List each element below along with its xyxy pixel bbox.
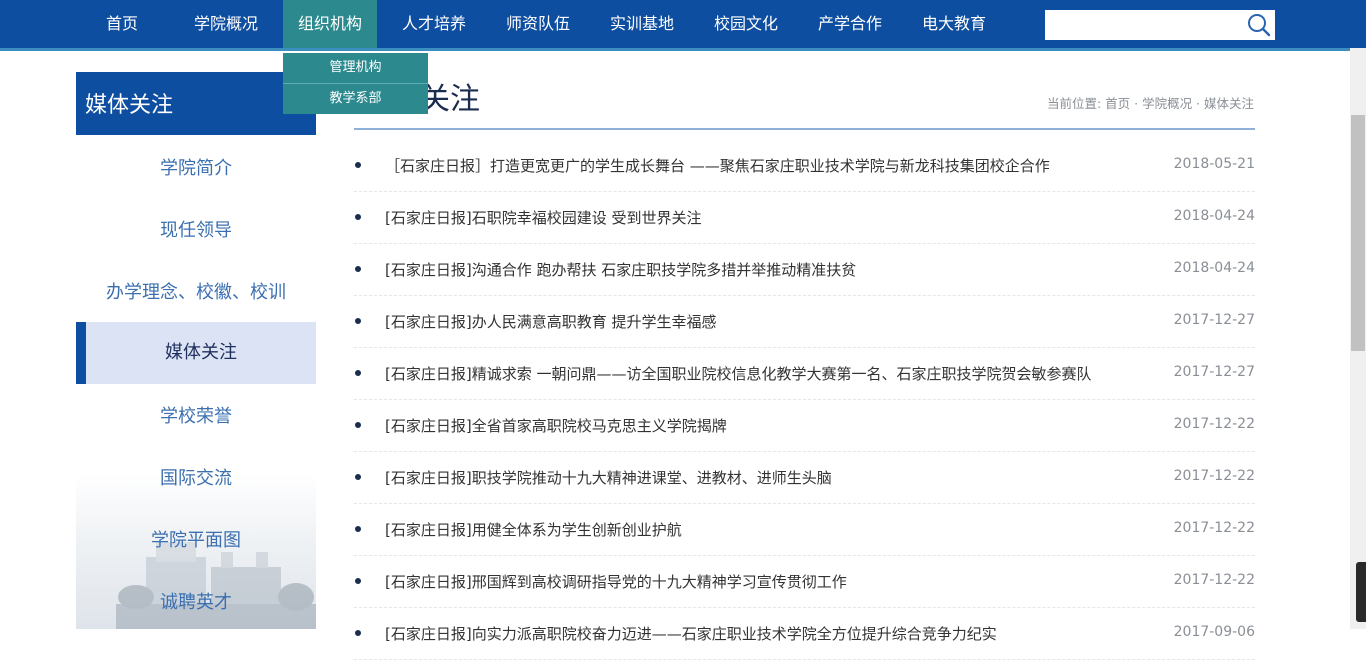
dropdown-item-management[interactable]: 管理机构	[283, 53, 428, 84]
nav-item-about[interactable]: 学院概况	[180, 0, 272, 48]
sidebar-title: 媒体关注	[76, 72, 316, 135]
nav-item-home[interactable]: 首页	[80, 0, 164, 48]
nav-item-industry-cooperation[interactable]: 产学合作	[806, 0, 894, 48]
news-item[interactable]: [石家庄日报]沟通合作 跑办帮扶 石家庄职技学院多措并举推动精准扶贫 2018-…	[354, 244, 1255, 296]
news-title[interactable]: ［石家庄日报］打造更宽更广的学生成长舞台 ——聚焦石家庄职业技术学院与新龙科技集…	[385, 155, 1050, 176]
news-item[interactable]: ［石家庄日报］打造更宽更广的学生成长舞台 ——聚焦石家庄职业技术学院与新龙科技集…	[354, 140, 1255, 192]
bullet-icon	[355, 578, 361, 584]
news-title[interactable]: [石家庄日报]石职院幸福校园建设 受到世界关注	[385, 207, 701, 228]
news-title[interactable]: [石家庄日报]邢国辉到高校调研指导党的十九大精神学习宣传贯彻工作	[385, 571, 847, 592]
sidebar-item-leadership[interactable]: 现任领导	[76, 200, 316, 262]
news-date: 2017-12-27	[1173, 364, 1255, 380]
breadcrumb: 当前位置: 首页 · 学院概况 · 媒体关注	[1046, 96, 1254, 111]
news-item[interactable]: [石家庄日报]用健全体系为学生创新创业护航 2017-12-22	[354, 504, 1255, 556]
news-item[interactable]: [石家庄日报]全省首家高职院校马克思主义学院揭牌 2017-12-22	[354, 400, 1255, 452]
news-item[interactable]: [石家庄日报]精诚求索 一朝问鼎——访全国职业院校信息化教学大赛第一名、石家庄职…	[354, 348, 1255, 400]
bullet-icon	[355, 422, 361, 428]
nav-item-tv-university[interactable]: 电大教育	[910, 0, 998, 48]
news-title[interactable]: [石家庄日报]全省首家高职院校马克思主义学院揭牌	[385, 415, 727, 436]
sidebar: 媒体关注 学院简介 现任领导 办学理念、校徽、校训 媒体关注 学校荣誉 国际交流…	[76, 72, 316, 629]
side-float-tab[interactable]	[1356, 562, 1366, 622]
bullet-icon	[355, 630, 361, 636]
bullet-icon	[355, 474, 361, 480]
news-item[interactable]: [石家庄日报]邢国辉到高校调研指导党的十九大精神学习宣传贯彻工作 2017-12…	[354, 556, 1255, 608]
news-item[interactable]: [石家庄日报]办人民满意高职教育 提升学生幸福感 2017-12-27	[354, 296, 1255, 348]
news-date: 2017-12-22	[1173, 572, 1255, 588]
news-date: 2017-12-27	[1173, 312, 1255, 328]
news-item[interactable]: [石家庄日报]石职院幸福校园建设 受到世界关注 2018-04-24	[354, 192, 1255, 244]
bullet-icon	[355, 526, 361, 532]
bullet-icon	[355, 214, 361, 220]
search-input[interactable]	[1045, 10, 1275, 40]
news-item[interactable]: [石家庄日报]职技学院推动十九大精神进课堂、进教材、进师生头脑 2017-12-…	[354, 452, 1255, 504]
news-date: 2018-04-24	[1173, 260, 1255, 276]
organization-dropdown-menu: 管理机构 教学系部	[283, 53, 428, 114]
news-title[interactable]: [石家庄日报]用健全体系为学生创新创业护航	[385, 519, 682, 540]
nav-item-organization[interactable]: 组织机构	[283, 0, 377, 48]
news-title[interactable]: [石家庄日报]向实力派高职院校奋力迈进——石家庄职业技术学院全方位提升综合竞争力…	[385, 623, 997, 644]
sidebar-item-media-attention[interactable]: 媒体关注	[76, 322, 316, 384]
scrollbar-thumb[interactable]	[1351, 115, 1365, 351]
news-title[interactable]: [石家庄日报]办人民满意高职教育 提升学生幸福感	[385, 311, 716, 332]
dropdown-item-departments[interactable]: 教学系部	[283, 84, 428, 114]
sidebar-item-honors[interactable]: 学校荣誉	[76, 386, 316, 448]
sidebar-item-campus-map[interactable]: 学院平面图	[76, 510, 316, 572]
page-title: 关注	[420, 83, 480, 116]
news-list: ［石家庄日报］打造更宽更广的学生成长舞台 ——聚焦石家庄职业技术学院与新龙科技集…	[354, 140, 1255, 660]
news-title[interactable]: [石家庄日报]精诚求索 一朝问鼎——访全国职业院校信息化教学大赛第一名、石家庄职…	[385, 363, 1091, 384]
sidebar-item-college-intro[interactable]: 学院简介	[76, 138, 316, 200]
bullet-icon	[355, 318, 361, 324]
sidebar-item-international-exchange[interactable]: 国际交流	[76, 448, 316, 510]
nav-item-campus-culture[interactable]: 校园文化	[702, 0, 790, 48]
bullet-icon	[355, 162, 361, 168]
nav-item-training-base[interactable]: 实训基地	[598, 0, 686, 48]
title-divider	[354, 128, 1255, 130]
nav-divider	[0, 48, 1350, 51]
news-date: 2018-05-21	[1173, 156, 1255, 172]
nav-item-talent[interactable]: 人才培养	[390, 0, 478, 48]
news-item[interactable]: [石家庄日报]向实力派高职院校奋力迈进——石家庄职业技术学院全方位提升综合竞争力…	[354, 608, 1255, 660]
news-date: 2018-04-24	[1173, 208, 1255, 224]
search-icon[interactable]	[1245, 12, 1273, 38]
nav-item-faculty[interactable]: 师资队伍	[494, 0, 582, 48]
sidebar-item-recruitment[interactable]: 诚聘英才	[76, 572, 316, 634]
news-date: 2017-12-22	[1173, 468, 1255, 484]
sidebar-item-philosophy-emblem-motto[interactable]: 办学理念、校徽、校训	[76, 262, 316, 324]
bullet-icon	[355, 370, 361, 376]
news-date: 2017-12-22	[1173, 416, 1255, 432]
bullet-icon	[355, 266, 361, 272]
news-date: 2017-12-22	[1173, 520, 1255, 536]
news-date: 2017-09-06	[1173, 624, 1255, 640]
news-title[interactable]: [石家庄日报]职技学院推动十九大精神进课堂、进教材、进师生头脑	[385, 467, 832, 488]
news-title[interactable]: [石家庄日报]沟通合作 跑办帮扶 石家庄职技学院多措并举推动精准扶贫	[385, 259, 856, 280]
